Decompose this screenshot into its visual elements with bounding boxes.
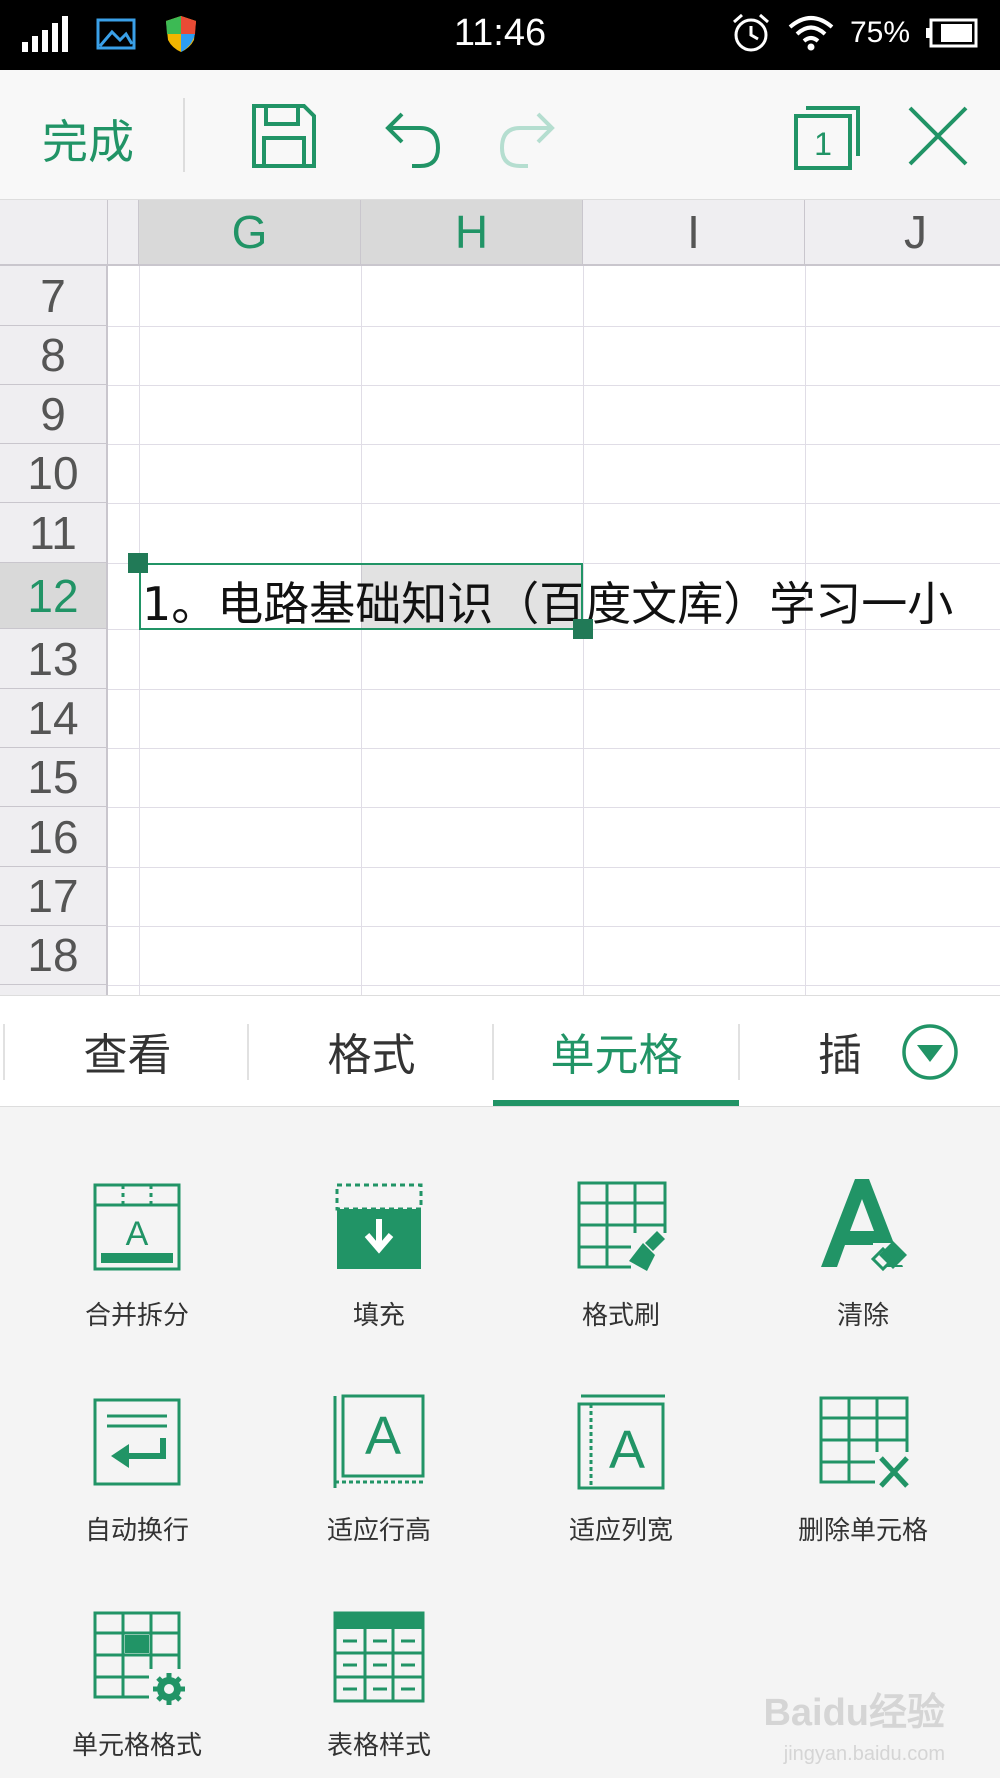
row-header[interactable]: 15 (0, 748, 108, 807)
cell-tools-panel: A 合并拆分 填充 格式刷 清除 自动换行 A 适应行高 A 适应列宽 删除单元… (0, 1107, 1000, 1778)
delete-cell-icon (819, 1396, 913, 1492)
save-icon[interactable] (248, 100, 320, 172)
wrap-text-button[interactable]: 自动换行 (17, 1392, 257, 1562)
selection-handle-end[interactable] (573, 619, 593, 639)
cell-format-button[interactable]: 单元格格式 (17, 1607, 257, 1777)
clear-button[interactable]: 清除 (743, 1177, 983, 1347)
edit-toolbar: 完成 1 (0, 70, 1000, 200)
fit-row-height-button[interactable]: A 适应行高 (259, 1392, 499, 1562)
fit-row-height-icon: A (333, 1394, 425, 1488)
clear-icon (821, 1179, 909, 1272)
column-header-i[interactable]: I (583, 200, 805, 266)
format-painter-button[interactable]: 格式刷 (501, 1177, 741, 1347)
table-style-button[interactable]: 表格样式 (259, 1607, 499, 1777)
redo-icon[interactable] (496, 100, 568, 172)
gridline (108, 926, 1000, 927)
gridline (108, 503, 1000, 504)
toolbar-divider (183, 98, 185, 172)
clear-label: 清除 (836, 1301, 889, 1331)
tab-format[interactable]: 格式 (249, 996, 494, 1106)
fit-column-width-icon: A (577, 1394, 665, 1490)
spreadsheet-grid[interactable]: G H I J 7 8 9 10 11 12 13 14 15 16 17 18… (0, 200, 1000, 995)
delete-cell-button[interactable]: 删除单元格 (743, 1392, 983, 1562)
gridline (139, 266, 140, 995)
delete-cell-label: 删除单元格 (797, 1516, 928, 1546)
gridline (108, 385, 1000, 386)
gridline (108, 444, 1000, 445)
svg-text:A: A (126, 1215, 149, 1253)
gridline (108, 985, 1000, 986)
column-header-j[interactable]: J (805, 200, 1000, 266)
status-bar: 11:46 75% (0, 0, 1000, 70)
window-count: 1 (814, 126, 832, 162)
gridline (108, 689, 1000, 690)
fit-column-width-button[interactable]: A 适应列宽 (501, 1392, 741, 1562)
merge-split-icon: A (93, 1183, 181, 1271)
select-all-corner[interactable] (0, 200, 108, 266)
row-header[interactable]: 17 (0, 867, 108, 926)
row-header[interactable]: 16 (0, 807, 108, 867)
svg-text:A: A (609, 1420, 645, 1480)
row-header[interactable]: 18 (0, 926, 108, 985)
alarm-icon (732, 13, 769, 52)
watermark-url: jingyan.baidu.com (783, 1743, 945, 1765)
selection-handle-start[interactable] (128, 553, 148, 573)
tab-cell[interactable]: 单元格 (494, 996, 739, 1106)
ribbon-tabs: 查看 格式 单元格 插 (0, 995, 1000, 1107)
gridline (108, 326, 1000, 327)
done-button[interactable]: 完成 (42, 106, 134, 172)
battery-icon (926, 18, 978, 48)
wrap-text-label: 自动换行 (84, 1516, 189, 1546)
fit-column-width-label: 适应列宽 (568, 1516, 673, 1546)
row-header[interactable]: 13 (0, 629, 108, 689)
watermark-logo: Baidu经验 (763, 1692, 945, 1734)
fit-row-height-label: 适应行高 (326, 1516, 431, 1546)
svg-text:A: A (365, 1406, 401, 1466)
tab-view[interactable]: 查看 (5, 996, 250, 1106)
row-header[interactable]: 14 (0, 689, 108, 748)
row-header-partial (0, 985, 108, 995)
close-icon[interactable] (902, 100, 974, 172)
merge-split-label: 合并拆分 (84, 1301, 189, 1331)
window-count-icon[interactable]: 1 (792, 100, 864, 172)
column-header-h[interactable]: H (361, 200, 583, 266)
header-strip (108, 200, 139, 266)
wrap-text-icon (93, 1398, 181, 1486)
battery-percent: 75% (849, 16, 910, 49)
cell-format-icon (93, 1611, 187, 1707)
undo-icon[interactable] (372, 100, 444, 172)
row-header[interactable]: 11 (0, 503, 108, 563)
row-header[interactable]: 9 (0, 385, 108, 444)
gridline (108, 748, 1000, 749)
active-tab-indicator (493, 1100, 739, 1106)
row-header-selected[interactable]: 12 (0, 563, 108, 629)
fill-button[interactable]: 填充 (259, 1177, 499, 1347)
row-header[interactable]: 8 (0, 326, 108, 385)
cell-format-label: 单元格格式 (71, 1731, 202, 1761)
fill-label: 填充 (352, 1301, 405, 1331)
row-header[interactable]: 10 (0, 444, 108, 503)
chevron-down-icon[interactable] (900, 1022, 960, 1082)
table-style-icon (333, 1611, 425, 1703)
gridline (108, 867, 1000, 868)
wifi-icon (788, 16, 834, 51)
format-painter-icon (577, 1181, 671, 1277)
table-style-label: 表格样式 (326, 1731, 431, 1761)
column-header-g[interactable]: G (139, 200, 361, 266)
row-header[interactable]: 7 (0, 266, 108, 326)
merge-split-button[interactable]: A 合并拆分 (17, 1177, 257, 1347)
gridline (108, 807, 1000, 808)
selection-box[interactable] (139, 563, 583, 630)
fill-icon (335, 1183, 423, 1269)
format-painter-label: 格式刷 (581, 1301, 660, 1331)
